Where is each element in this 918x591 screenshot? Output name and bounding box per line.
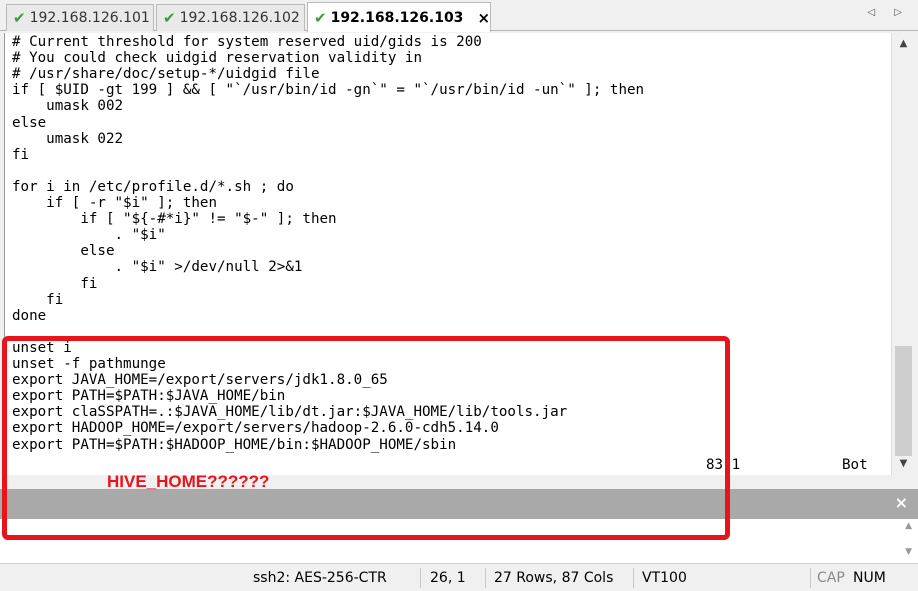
tab-label: 192.168.126.103 <box>330 9 464 26</box>
tab-session-3-active[interactable]: ✔ 192.168.126.103 × <box>307 2 491 32</box>
tab-scroll-arrows-icon[interactable]: ◁ ▷ <box>867 7 910 18</box>
terminal-line: fi <box>12 275 98 292</box>
status-divider <box>485 568 486 588</box>
terminal-scrollbar[interactable]: ▲ ▼ <box>891 33 914 475</box>
terminal-line: # Current threshold for system reserved … <box>12 34 482 50</box>
terminal-line: umask 002 <box>12 98 124 115</box>
status-cipher: ssh2: AES-256-CTR <box>253 570 387 586</box>
terminal-line: umask 022 <box>12 130 124 147</box>
status-cursor: 26, 1 <box>430 570 466 586</box>
connected-check-icon: ✔ <box>13 9 26 27</box>
chevron-up-icon[interactable]: ▲ <box>905 521 912 531</box>
connected-check-icon: ✔ <box>163 9 176 27</box>
tab-session-2[interactable]: ✔ 192.168.126.102 <box>156 4 305 31</box>
terminal-line: . "$i" >/dev/null 2>&1 <box>12 259 303 276</box>
chevron-down-icon[interactable]: ▼ <box>905 547 912 557</box>
vim-scroll-indicator: Bot <box>842 457 868 473</box>
terminal-line: else <box>12 243 115 260</box>
scrollbar-thumb[interactable] <box>895 346 912 456</box>
status-divider <box>420 568 421 588</box>
tab-close-icon[interactable]: × <box>477 9 490 27</box>
status-num-lock: NUM <box>853 570 886 586</box>
terminal-line: else <box>12 114 47 131</box>
terminal-line: fi <box>12 146 30 163</box>
terminal-line: for i in /etc/profile.d/*.sh ; do <box>12 178 294 195</box>
annotation-text: HIVE_HOME?????? <box>107 472 270 491</box>
scroll-up-icon[interactable]: ▲ <box>892 35 915 53</box>
tab-session-1[interactable]: ✔ 192.168.126.101 <box>6 4 154 31</box>
terminal-line: done <box>12 307 47 324</box>
close-icon[interactable]: × <box>895 493 908 512</box>
status-bar: ssh2: AES-256-CTR 26, 1 27 Rows, 87 Cols… <box>0 565 918 591</box>
tab-label: 192.168.126.102 <box>179 10 300 26</box>
terminal-line: # /usr/share/doc/setup-*/uidgid file <box>12 66 320 83</box>
status-divider <box>810 568 811 588</box>
tab-label: 192.168.126.101 <box>29 10 150 26</box>
status-caps-lock: CAP <box>817 570 845 586</box>
status-divider <box>633 568 634 588</box>
status-size: 27 Rows, 87 Cols <box>494 570 614 586</box>
terminal-line: fi <box>12 291 64 308</box>
annotation-highlight-box <box>2 336 730 540</box>
terminal-line: . "$i" <box>12 227 166 244</box>
connected-check-icon: ✔ <box>314 8 327 27</box>
status-emulation: VT100 <box>642 570 687 586</box>
session-tab-bar: ✔ 192.168.126.101 ✔ 192.168.126.102 ✔ 19… <box>0 0 918 32</box>
terminal-line: if [ $UID -gt 199 ] && [ "`/usr/bin/id -… <box>12 82 645 99</box>
terminal-line: if [ "${-#*i}" != "$-" ]; then <box>12 211 337 228</box>
terminal-line: if [ -r "$i" ]; then <box>12 195 217 211</box>
terminal-line: # You could check uidgid reservation val… <box>12 50 422 67</box>
scroll-down-icon[interactable]: ▼ <box>892 455 915 473</box>
